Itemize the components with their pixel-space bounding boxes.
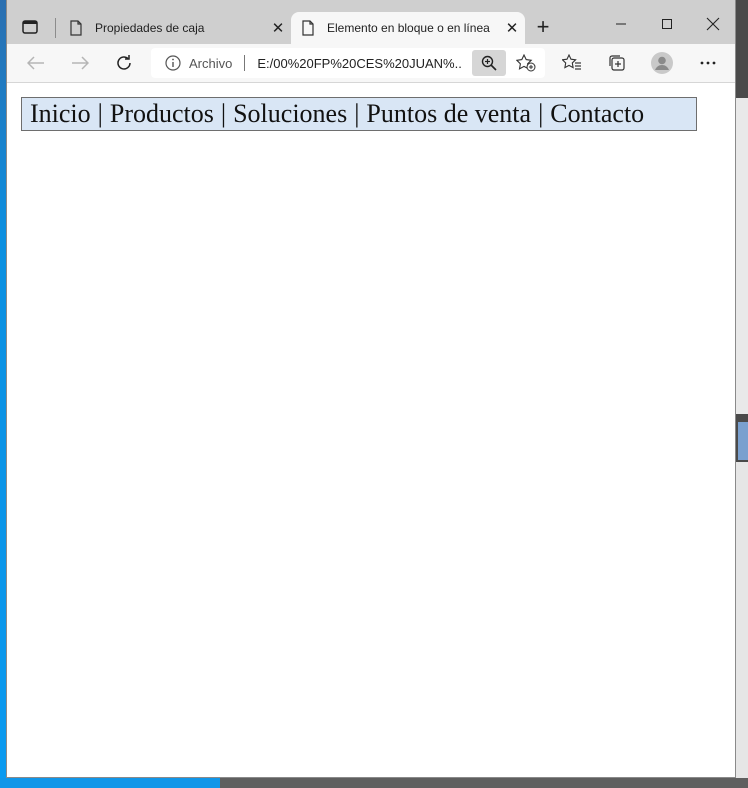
tab-title: Elemento en bloque o en línea — [327, 21, 490, 35]
nav-separator: | — [97, 99, 103, 128]
zoom-in-icon — [481, 55, 497, 71]
tab-actions-button[interactable] — [21, 18, 39, 36]
tab-separator — [55, 18, 56, 38]
close-tab-icon[interactable]: ✕ — [265, 19, 291, 37]
page-content: Inicio | Productos | Soluciones | Puntos… — [7, 83, 735, 777]
refresh-button[interactable] — [111, 50, 137, 76]
zoom-button[interactable] — [472, 50, 506, 76]
minimize-icon — [616, 23, 626, 25]
address-scheme-label: Archivo — [189, 55, 233, 71]
browser-window: Propiedades de caja ✕ Elemento en bloque… — [6, 0, 736, 778]
star-add-icon — [516, 54, 536, 72]
info-icon[interactable] — [165, 55, 181, 71]
page-icon — [70, 20, 82, 36]
tab-strip: Propiedades de caja ✕ Elemento en bloque… — [7, 0, 735, 44]
forward-arrow-icon — [72, 56, 89, 70]
favorites-button[interactable] — [559, 50, 585, 76]
collections-button[interactable] — [604, 50, 630, 76]
tab-title: Propiedades de caja — [95, 21, 205, 35]
avatar-icon — [651, 52, 673, 74]
maximize-button[interactable] — [645, 10, 689, 38]
background-window-edge — [736, 98, 748, 414]
settings-more-button[interactable] — [695, 50, 721, 76]
collections-icon — [609, 55, 625, 71]
refresh-icon — [117, 55, 131, 70]
close-icon — [706, 17, 720, 31]
address-url[interactable]: E:/00%20FP%20CES%20JUAN%... — [257, 56, 463, 71]
favorites-list-icon — [562, 54, 581, 70]
nav-separator: | — [538, 99, 544, 128]
profile-button[interactable] — [649, 50, 675, 76]
page-icon — [302, 20, 314, 36]
navigation-menu: Inicio | Productos | Soluciones | Puntos… — [21, 97, 697, 131]
close-tab-icon[interactable]: ✕ — [499, 19, 525, 37]
tab-actions-icon — [22, 20, 38, 34]
browser-toolbar: Archivo E:/00%20FP%20CES%20JUAN%... — [7, 44, 735, 83]
nav-separator: | — [220, 99, 227, 128]
maximize-icon — [662, 19, 672, 29]
background-window-accent — [738, 422, 748, 460]
desktop-background-right — [736, 0, 748, 778]
back-button[interactable] — [23, 50, 49, 76]
nav-separator: | — [354, 99, 360, 128]
more-dots-icon — [700, 61, 716, 65]
back-arrow-icon — [27, 56, 44, 70]
forward-button[interactable] — [67, 50, 93, 76]
address-bar[interactable]: Archivo E:/00%20FP%20CES%20JUAN%... — [151, 48, 545, 78]
nav-item-puntos-de-venta[interactable]: Puntos de venta — [366, 99, 531, 129]
new-tab-button[interactable]: + — [534, 16, 552, 38]
nav-item-inicio[interactable]: Inicio — [30, 99, 91, 129]
tab-propiedades-de-caja[interactable]: Propiedades de caja ✕ — [59, 12, 291, 44]
background-window-bottom — [220, 778, 748, 788]
desktop-background-bottom — [0, 778, 748, 788]
tab-elemento-en-bloque[interactable]: Elemento en bloque o en línea ✕ — [291, 12, 525, 44]
add-favorite-button[interactable] — [513, 50, 539, 76]
background-window-edge-lower — [736, 462, 748, 778]
minimize-button[interactable] — [599, 10, 643, 38]
nav-item-soluciones[interactable]: Soluciones — [233, 99, 347, 129]
nav-item-contacto[interactable]: Contacto — [550, 99, 644, 129]
address-divider — [244, 55, 246, 71]
close-window-button[interactable] — [691, 10, 735, 38]
nav-item-productos[interactable]: Productos — [110, 99, 214, 129]
